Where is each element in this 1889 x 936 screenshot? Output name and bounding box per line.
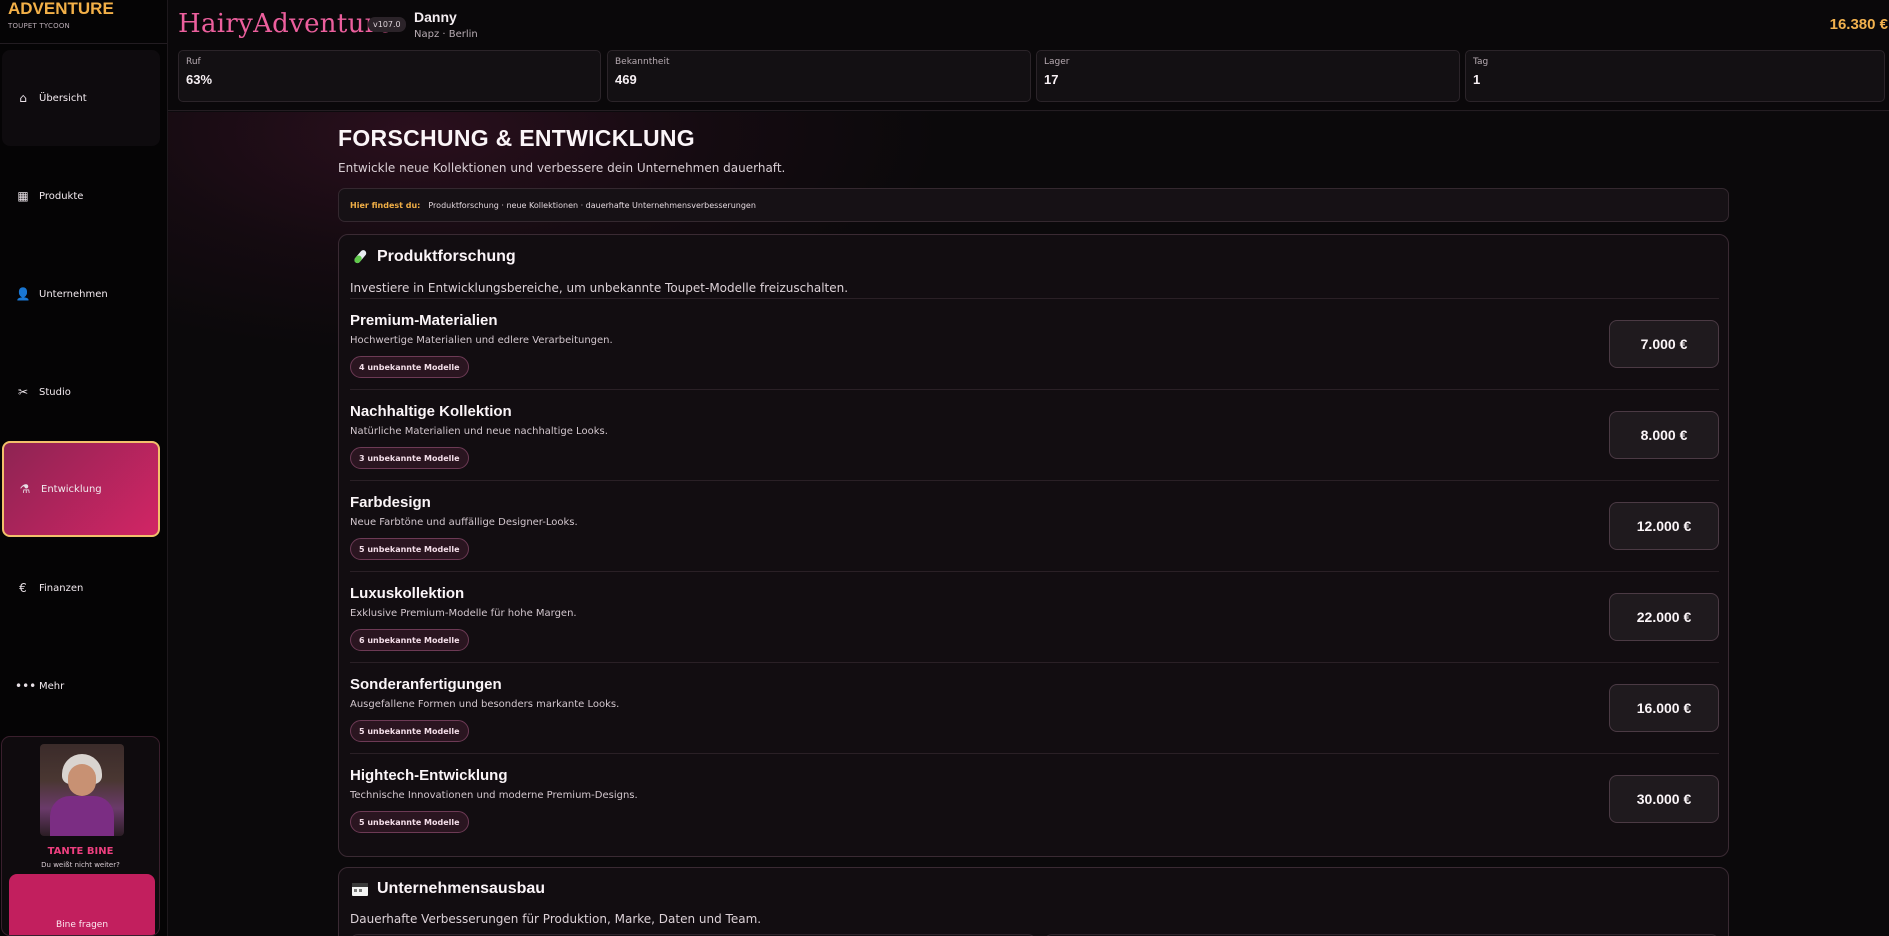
research-row: Premium-Materialien Hochwertige Material… [350,298,1719,389]
nav-label: Produkte [39,190,84,202]
research-buy-button[interactable]: 16.000 € [1609,684,1719,732]
stat-value: 17 [1044,72,1059,87]
nav-label: Finanzen [39,582,84,594]
nav-label: Studio [39,386,71,398]
stat-value: 63% [186,72,213,87]
research-item-description: Exklusive Premium-Modelle für hohe Marge… [350,608,577,619]
user-icon: 👤 [15,287,31,301]
brand: ADVENTURE TOUPET TYCOON [0,0,167,44]
research-item-description: Natürliche Materialien und neue nachhalt… [350,426,608,437]
sidebar: ADVENTURE TOUPET TYCOON ⌂ Übersicht ▦ Pr… [0,0,168,936]
stat-tag: Tag 1 [1465,50,1885,102]
brand-subtitle: TOUPET TYCOON [8,22,70,30]
ask-helper-button[interactable]: Bine fragen [9,874,155,935]
money-display: 16.380 € [1829,16,1888,33]
expansion-title: Unternehmensausbau [377,880,546,897]
stat-value: 469 [615,72,637,87]
unknown-models-badge: 4 unbekannte Modelle [350,356,469,378]
page-title: FORSCHUNG & ENTWICKLUNG [338,125,695,151]
unknown-models-badge: 5 unbekannte Modelle [350,811,469,833]
stat-label: Ruf [186,57,201,67]
stat-ruf: Ruf 63% [178,50,601,102]
expansion-panel: Unternehmensausbau Dauerhafte Verbesseru… [338,867,1729,936]
nav-item-entwicklung[interactable]: ⚗ Entwicklung [2,441,160,537]
nav-item-unternehmen[interactable]: 👤 Unternehmen [2,246,160,342]
more-dots-icon: ••• [15,679,37,693]
euro-icon: € [19,581,27,595]
nav-item-studio[interactable]: ✂ Studio [2,344,160,440]
nav-label: Entwicklung [41,483,102,495]
research-item-title: Sonderanfertigungen [350,676,502,693]
research-item-title: Luxuskollektion [350,585,465,602]
unknown-models-badge: 5 unbekannte Modelle [350,538,469,560]
research-row: Farbdesign Neue Farbtöne und auffällige … [350,480,1719,571]
brand-title: ADVENTURE [8,0,114,18]
nav-item-mehr[interactable]: ••• Mehr [2,638,160,734]
grid-icon: ▦ [17,189,29,203]
research-item-description: Hochwertige Materialien und edlere Verar… [350,335,613,346]
unknown-models-badge: 3 unbekannte Modelle [350,447,469,469]
research-item-title: Nachhaltige Kollektion [350,403,512,420]
expansion-header: Unternehmensausbau [351,880,545,898]
research-buy-button[interactable]: 8.000 € [1609,411,1719,459]
unknown-models-badge: 5 unbekannte Modelle [350,720,469,742]
research-item-title: Premium-Materialien [350,312,498,329]
scissors-icon: ✂ [17,385,29,399]
helper-name: TANTE BINE [47,846,114,857]
stat-label: Bekanntheit [615,57,670,67]
research-item-title: Farbdesign [350,494,431,511]
nav-item-produkte[interactable]: ▦ Produkte [2,148,160,244]
factory-icon [352,883,368,896]
nav-item-uebersicht[interactable]: ⌂ Übersicht [2,50,160,146]
user-location: Napz · Berlin [414,29,478,40]
research-header: Produktforschung [351,248,516,266]
research-row: Hightech-Entwicklung Technische Innovati… [350,753,1719,844]
research-row: Nachhaltige Kollektion Natürliche Materi… [350,389,1719,480]
page-subtitle: Entwickle neue Kollektionen und verbesse… [338,161,786,175]
stat-label: Lager [1044,57,1070,67]
version-badge: v107.0 [368,17,406,32]
research-item-description: Neue Farbtöne und auffällige Designer-Lo… [350,517,578,528]
stat-value: 1 [1473,72,1481,87]
research-row: Sonderanfertigungen Ausgefallene Formen … [350,662,1719,753]
stat-lager: Lager 17 [1036,50,1460,102]
helper-subtitle: Du weißt nicht weiter? [41,861,120,869]
research-panel: Produktforschung Investiere in Entwicklu… [338,234,1729,857]
unknown-models-badge: 6 unbekannte Modelle [350,629,469,651]
hint-key: Hier findest du: [350,200,421,210]
research-item-title: Hightech-Entwicklung [350,767,508,784]
research-item-description: Ausgefallene Formen und besonders markan… [350,699,620,710]
app-logo: HairyAdventure [178,9,394,39]
stat-label: Tag [1473,57,1489,67]
research-row: Luxuskollektion Exklusive Premium-Modell… [350,571,1719,662]
research-description: Investiere in Entwicklungsbereiche, um u… [350,281,849,295]
research-buy-button[interactable]: 30.000 € [1609,775,1719,823]
header: HairyAdventure v107.0 Danny Napz · Berli… [168,0,1889,111]
hint-value: Produktforschung · neue Kollektionen · d… [428,200,756,210]
nav-label: Übersicht [39,92,87,104]
nav-item-finanzen[interactable]: € Finanzen [2,540,160,636]
stat-bekanntheit: Bekanntheit 469 [607,50,1031,102]
research-item-description: Technische Innovationen und moderne Prem… [350,790,638,801]
user-name: Danny [414,9,457,25]
helper-card: TANTE BINE Du weißt nicht weiter? Bine f… [1,736,160,936]
test-tube-icon [354,250,367,264]
research-title: Produktforschung [377,248,516,265]
main-content: FORSCHUNG & ENTWICKLUNG Entwickle neue K… [168,112,1889,936]
helper-avatar [40,744,124,836]
flask-icon: ⚗ [19,482,31,496]
home-icon: ⌂ [19,91,27,105]
expansion-description: Dauerhafte Verbesserungen für Produktion… [350,912,762,926]
research-buy-button[interactable]: 12.000 € [1609,502,1719,550]
hint-bar: Hier findest du: Produktforschung · neue… [338,188,1729,222]
research-buy-button[interactable]: 22.000 € [1609,593,1719,641]
research-buy-button[interactable]: 7.000 € [1609,320,1719,368]
nav-label: Mehr [39,680,65,692]
nav-label: Unternehmen [39,288,108,300]
